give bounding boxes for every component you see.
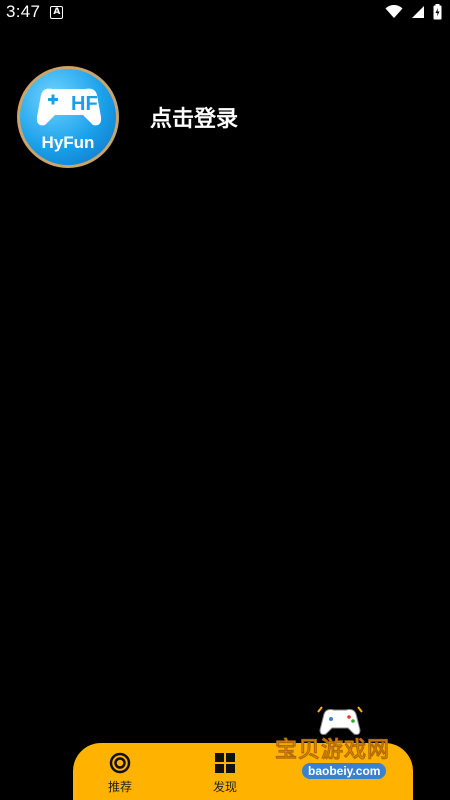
signal-icon	[412, 6, 424, 18]
wifi-icon	[385, 5, 403, 18]
gamepad-icon: HF	[36, 88, 102, 126]
app-logo: HF HyFun	[20, 69, 116, 165]
avatar[interactable]: HF HyFun	[17, 66, 119, 168]
status-bar: 3:47 A	[0, 0, 450, 24]
login-link[interactable]: 点击登录	[150, 101, 238, 133]
target-icon	[109, 752, 131, 774]
tab-discover-label: 发现	[212, 780, 237, 794]
battery-icon	[433, 4, 442, 20]
grid-icon	[215, 753, 235, 773]
notification-icon: A	[50, 5, 64, 19]
app-logo-text: HyFun	[41, 133, 95, 152]
tab-recommend[interactable]: 推荐	[80, 743, 160, 800]
svg-text:HF: HF	[71, 93, 98, 115]
watermark-url: baobeiy.com	[302, 763, 387, 779]
watermark: 宝贝游戏网 baobeiy.com	[270, 700, 450, 800]
tab-recommend-label: 推荐	[107, 780, 132, 794]
status-time: 3:47	[6, 2, 41, 21]
tab-discover[interactable]: 发现	[185, 743, 265, 800]
watermark-text: 宝贝游戏网	[275, 738, 391, 764]
